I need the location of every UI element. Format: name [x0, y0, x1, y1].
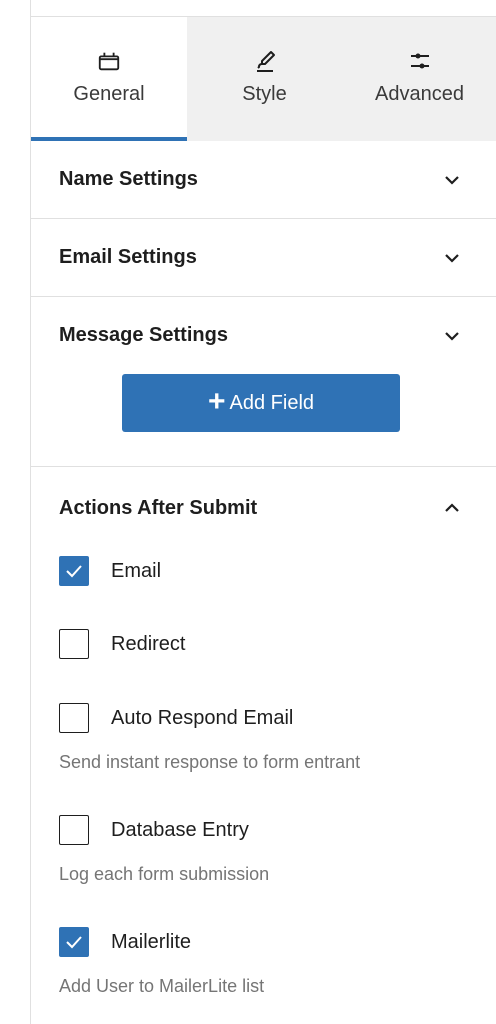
tab-advanced-label: Advanced — [375, 83, 464, 105]
tab-general[interactable]: General — [31, 17, 187, 141]
brush-icon — [253, 49, 277, 73]
plus-icon: + — [207, 384, 226, 418]
panel-top-strip — [31, 0, 496, 17]
action-redirect-checkbox[interactable] — [59, 629, 89, 659]
actions-after-submit-section: Actions After Submit Email Redirect Auto… — [31, 467, 496, 997]
tab-general-label: General — [73, 83, 145, 105]
actions-after-submit-toggle[interactable]: Actions After Submit — [31, 467, 496, 549]
email-settings-toggle[interactable]: Email Settings — [31, 219, 496, 296]
checkmark-icon — [66, 936, 82, 949]
settings-tabs: General Style Advanced — [31, 17, 496, 141]
tab-style[interactable]: Style — [187, 17, 342, 141]
message-settings-title: Message Settings — [59, 324, 228, 346]
message-settings-section: Message Settings + Add Field — [31, 297, 496, 467]
action-auto-respond-help: Send instant response to form entrant — [59, 752, 361, 772]
action-auto-respond-checkbox[interactable] — [59, 703, 89, 733]
action-mailerlite-label: Mailerlite — [111, 930, 192, 953]
action-redirect-row[interactable]: Redirect — [59, 626, 469, 662]
action-database-entry-label: Database Entry — [111, 818, 249, 841]
sliders-icon — [408, 49, 432, 73]
action-redirect-label: Redirect — [111, 632, 186, 655]
name-settings-section: Name Settings — [31, 141, 496, 219]
action-mailerlite-help: Add User to MailerLite list — [59, 976, 265, 996]
action-email-checkbox[interactable] — [59, 556, 89, 586]
action-database-entry-row[interactable]: Database Entry — [59, 812, 469, 848]
actions-list: Email Redirect Auto Respond Email Send i… — [31, 553, 496, 997]
message-settings-toggle[interactable]: Message Settings — [31, 297, 496, 374]
action-database-entry-help: Log each form submission — [59, 864, 270, 884]
action-email-label: Email — [111, 559, 162, 582]
checkmark-icon — [66, 565, 82, 578]
action-mailerlite-checkbox[interactable] — [59, 927, 89, 957]
action-mailerlite-row[interactable]: Mailerlite — [59, 924, 469, 960]
email-settings-title: Email Settings — [59, 246, 197, 268]
add-field-button[interactable]: + Add Field — [122, 374, 400, 432]
block-icon — [97, 49, 121, 73]
block-settings-panel: General Style Advanced Name Settings Ema… — [30, 0, 496, 1024]
chevron-down-icon — [443, 171, 461, 189]
action-database-entry-checkbox[interactable] — [59, 815, 89, 845]
name-settings-toggle[interactable]: Name Settings — [31, 141, 496, 218]
chevron-down-icon — [443, 327, 461, 345]
actions-after-submit-title: Actions After Submit — [59, 496, 258, 519]
tab-style-label: Style — [242, 83, 287, 105]
add-field-wrap: + Add Field — [31, 374, 496, 466]
action-auto-respond-label: Auto Respond Email — [111, 706, 294, 729]
tab-advanced[interactable]: Advanced — [342, 17, 496, 141]
name-settings-title: Name Settings — [59, 168, 198, 190]
chevron-up-icon — [443, 499, 461, 517]
action-auto-respond-row[interactable]: Auto Respond Email — [59, 700, 469, 736]
email-settings-section: Email Settings — [31, 219, 496, 297]
chevron-down-icon — [443, 249, 461, 267]
action-email-row[interactable]: Email — [59, 553, 469, 589]
add-field-label: Add Field — [229, 391, 315, 414]
